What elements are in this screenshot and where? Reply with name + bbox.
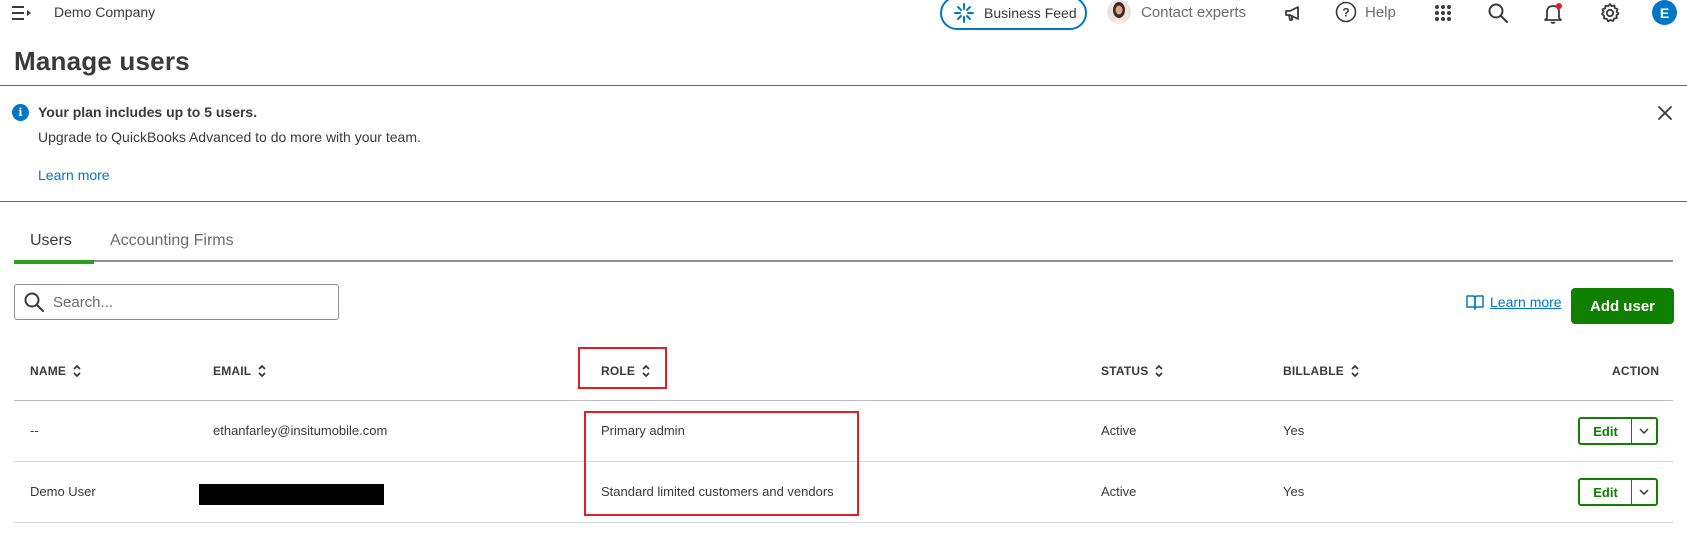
search-icon[interactable] — [1485, 0, 1511, 26]
notifications-bell-icon[interactable] — [1540, 0, 1566, 26]
contact-experts-button[interactable]: Contact experts — [1107, 0, 1246, 24]
column-label: STATUS — [1101, 364, 1149, 378]
cell-status: Active — [1101, 423, 1137, 438]
svg-text:?: ? — [1342, 6, 1349, 20]
banner-learn-more-link[interactable]: Learn more — [38, 167, 110, 183]
page-title: Manage users — [14, 46, 190, 76]
sort-icon — [258, 364, 266, 378]
banner-title: Your plan includes up to 5 users. — [38, 104, 258, 120]
column-header-name[interactable]: NAME — [30, 364, 82, 378]
close-icon[interactable] — [1656, 104, 1674, 122]
chevron-down-icon[interactable] — [1632, 419, 1656, 443]
expert-avatar — [1107, 0, 1131, 24]
learn-more-label: Learn more — [1490, 294, 1562, 310]
help-icon: ? — [1335, 1, 1357, 23]
user-avatar[interactable]: E — [1652, 0, 1677, 25]
cell-name: -- — [30, 423, 39, 438]
help-label: Help — [1365, 3, 1396, 21]
cell-status: Active — [1101, 484, 1137, 499]
cell-email: ethanfarley@insitumobile.com — [213, 423, 388, 438]
column-header-action: ACTION — [1612, 364, 1659, 378]
cell-billable: Yes — [1283, 423, 1305, 438]
apps-grid-icon[interactable] — [1430, 0, 1456, 26]
settings-gear-icon[interactable] — [1597, 0, 1623, 26]
tab-accounting-firms[interactable]: Accounting Firms — [110, 232, 234, 262]
table-row: -- ethanfarley@insitumobile.com Primary … — [14, 401, 1673, 462]
cell-role: Primary admin — [601, 423, 685, 438]
business-feed-label: Business Feed — [984, 5, 1077, 21]
chevron-down-icon[interactable] — [1632, 480, 1656, 504]
sparkle-icon — [954, 3, 974, 23]
edit-split-button: Edit — [1578, 417, 1658, 445]
column-label: ACTION — [1612, 364, 1660, 378]
cell-name: Demo User — [30, 484, 96, 499]
tab-users[interactable]: Users — [14, 232, 94, 264]
column-header-status[interactable]: STATUS — [1101, 364, 1164, 378]
cell-billable: Yes — [1283, 484, 1305, 499]
tab-bar: Users Accounting Firms — [14, 228, 1673, 264]
edit-button[interactable]: Edit — [1580, 419, 1632, 443]
learn-more-link[interactable]: Learn more — [1466, 294, 1562, 310]
megaphone-icon[interactable] — [1280, 0, 1306, 26]
plan-info-banner: i Your plan includes up to 5 users. Upgr… — [0, 85, 1687, 202]
column-label: ROLE — [601, 364, 636, 378]
column-label: BILLABLE — [1283, 364, 1344, 378]
add-user-button[interactable]: Add user — [1571, 288, 1674, 324]
search-icon — [24, 292, 44, 312]
edit-split-button: Edit — [1578, 478, 1658, 506]
column-header-role[interactable]: ROLE — [601, 364, 651, 378]
column-header-email[interactable]: EMAIL — [213, 364, 267, 378]
top-bar: Demo Company Business Feed Contact exper… — [0, 0, 1687, 30]
table-header: NAME EMAIL ROLE STATUS BILLABLE ACTION — [14, 352, 1673, 401]
book-icon — [1466, 295, 1484, 310]
redacted-email — [199, 484, 384, 505]
contact-experts-label: Contact experts — [1141, 3, 1247, 21]
sort-icon — [1155, 364, 1164, 378]
search-input[interactable] — [53, 293, 323, 311]
sort-icon — [642, 364, 650, 378]
business-feed-button[interactable]: Business Feed — [940, 0, 1087, 30]
column-header-billable[interactable]: BILLABLE — [1283, 364, 1360, 378]
search-field[interactable] — [14, 284, 339, 320]
column-label: NAME — [30, 364, 67, 378]
help-button[interactable]: ? Help — [1335, 0, 1396, 24]
info-icon: i — [12, 104, 29, 121]
company-name[interactable]: Demo Company — [54, 4, 155, 20]
menu-collapse-icon[interactable] — [12, 4, 32, 22]
cell-role: Standard limited customers and vendors — [601, 484, 834, 499]
column-label: EMAIL — [213, 364, 252, 378]
edit-button[interactable]: Edit — [1580, 480, 1632, 504]
table-row: Demo User Standard limited customers and… — [14, 462, 1673, 523]
banner-text: Upgrade to QuickBooks Advanced to do mor… — [38, 129, 421, 145]
sort-icon — [1351, 364, 1359, 378]
sort-icon — [73, 364, 81, 378]
